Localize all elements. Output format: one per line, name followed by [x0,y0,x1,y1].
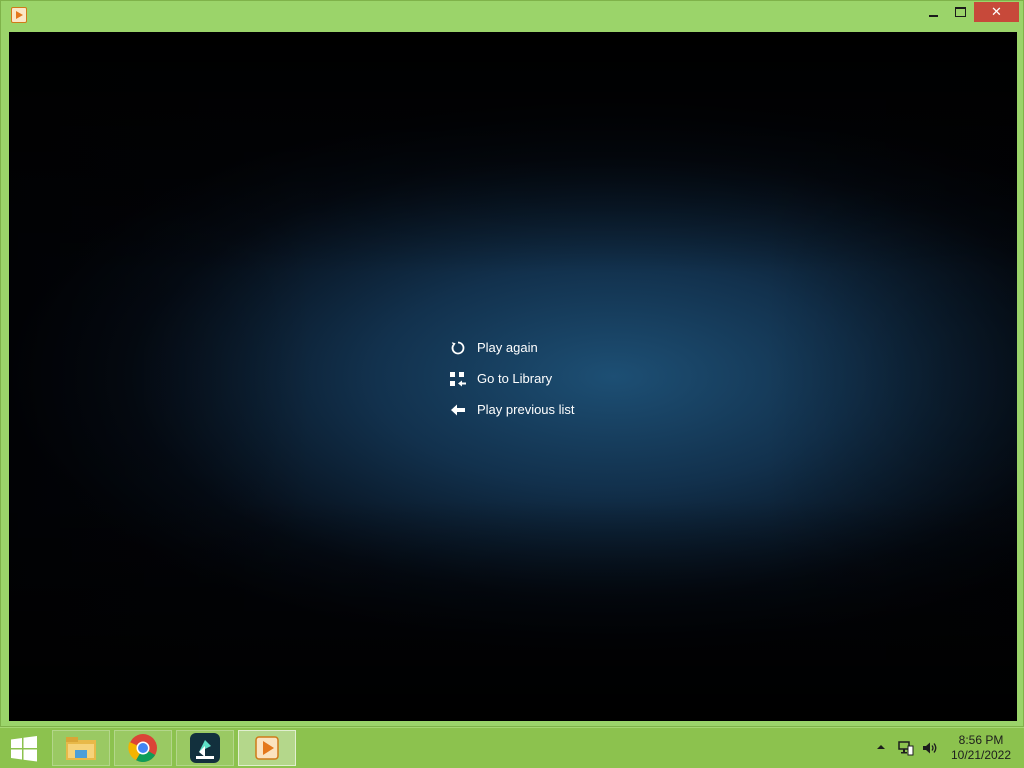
play-previous-list-link[interactable]: Play previous list [449,394,575,425]
media-player-icon[interactable] [11,7,27,23]
start-button[interactable] [2,730,46,767]
play-previous-list-label: Play previous list [477,402,575,417]
maximize-button[interactable] [947,2,973,22]
file-explorer-icon [66,737,96,760]
play-again-link[interactable]: Play again [449,332,575,363]
clock-time: 8:56 PM [958,733,1004,747]
taskbar: 8:56 PM 10/21/2022 [0,727,1024,768]
windows-logo-icon [11,735,37,761]
go-to-library-link[interactable]: Go to Library [449,363,575,394]
speaker-icon[interactable] [922,740,938,756]
media-player-window: ✕ Play again Go to Library Play previous… [0,0,1024,727]
close-icon: ✕ [991,4,1002,20]
close-button[interactable]: ✕ [974,2,1019,22]
minimize-icon [928,15,938,17]
taskbar-media-player[interactable] [238,730,296,766]
filmora-icon [190,733,220,763]
taskbar-chrome[interactable] [114,730,172,766]
media-player-icon [255,736,279,760]
desktop: ✕ Play again Go to Library Play previous… [0,0,1024,768]
play-again-label: Play again [477,340,538,355]
library-icon [449,370,467,388]
clock-date: 10/21/2022 [950,748,1012,762]
maximize-icon [954,7,966,17]
video-area[interactable]: Play again Go to Library Play previous l… [9,32,1017,721]
go-to-library-label: Go to Library [477,371,553,386]
taskbar-filmora[interactable] [176,730,234,766]
chrome-icon [128,734,157,762]
end-of-playback-menu: Play again Go to Library Play previous l… [449,332,575,425]
network-icon[interactable] [898,740,914,756]
taskbar-clock[interactable]: 8:56 PM 10/21/2022 [946,733,1016,763]
minimize-button[interactable] [920,2,946,22]
chevron-up-icon[interactable] [876,742,886,752]
title-bar[interactable]: ✕ [1,1,1023,31]
back-arrow-icon [449,401,467,419]
taskbar-file-explorer[interactable] [52,730,110,766]
replay-icon [449,339,467,357]
